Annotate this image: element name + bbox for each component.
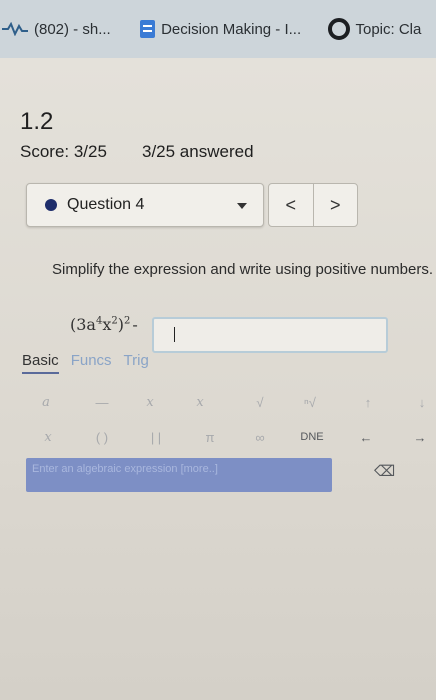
key-exponent[interactable]: x: [140, 391, 160, 413]
backspace-key[interactable]: ⌫: [374, 462, 395, 480]
browser-tab-3-label: Topic: Cla: [355, 20, 422, 38]
input-help-text[interactable]: Enter an algebraic expression [more..]: [32, 463, 218, 475]
keyboard-tabs: Basic Funcs Trig: [22, 352, 161, 374]
key-absolute-value[interactable]: | |: [142, 426, 170, 448]
key-subscript[interactable]: x: [190, 391, 210, 413]
input-help-bar: Enter an algebraic expression [more..]: [26, 458, 332, 492]
browser-tab-1-label: (802) - sh...: [34, 20, 111, 38]
key-fraction[interactable]: —: [90, 391, 114, 413]
expr-outer-exp: 2: [124, 315, 131, 327]
dropdown-caret-icon: [237, 203, 247, 209]
key-nth-root[interactable]: ⁿ√: [298, 391, 322, 413]
next-question-button[interactable]: >: [312, 184, 358, 226]
browser-tab-2[interactable]: Decision Making - I...: [140, 0, 327, 58]
answer-input[interactable]: [152, 317, 388, 353]
document-icon: [140, 20, 156, 38]
key-dne[interactable]: DNE: [294, 426, 330, 448]
question-instruction: Simplify the expression and write using …: [52, 261, 434, 278]
question-selector-label: Question 4: [67, 196, 145, 213]
browser-tab-2-label: Decision Making - I...: [161, 20, 302, 38]
question-status-dot: [45, 199, 57, 211]
key-infinity[interactable]: ∞: [250, 426, 270, 448]
key-up-arrow[interactable]: ↑: [360, 391, 376, 413]
tab-funcs[interactable]: Funcs: [71, 352, 112, 374]
text-cursor: [174, 327, 175, 342]
key-right-arrow[interactable]: →: [410, 426, 430, 448]
question-nav: < >: [268, 183, 358, 227]
browser-tab-1[interactable]: (802) - sh...: [0, 0, 140, 58]
keyboard-row-2: x ( ) | | π ∞ DNE ← →: [20, 426, 430, 450]
score-text: Score: 3/25: [20, 142, 107, 161]
assignment-page: 1.2 Score: 3/25 3/25 answered Question 4…: [0, 58, 436, 700]
browser-tab-bar: (802) - sh... Decision Making - I... Top…: [0, 0, 436, 58]
previous-question-button[interactable]: <: [269, 184, 313, 226]
question-selector[interactable]: Question 4: [26, 183, 264, 227]
chart-icon: [2, 22, 28, 36]
answered-text: 3/25 answered: [142, 142, 254, 161]
expr-tail: -: [132, 315, 138, 334]
key-sqrt[interactable]: √: [248, 391, 272, 413]
key-left-arrow[interactable]: ←: [356, 426, 376, 448]
key-variable-a[interactable]: a: [36, 391, 56, 413]
key-down-arrow[interactable]: ↓: [414, 391, 430, 413]
circle-icon: [327, 18, 350, 40]
keyboard-row-1: a — x x √ ⁿ√ ↑ ↓: [20, 391, 430, 415]
section-number: 1.2: [20, 108, 54, 135]
math-expression: (3a4x2)2-: [70, 315, 138, 334]
key-pi[interactable]: π: [200, 426, 220, 448]
browser-tab-3[interactable]: Topic: Cla: [327, 0, 436, 58]
tab-basic[interactable]: Basic: [22, 352, 59, 374]
tab-trig[interactable]: Trig: [124, 352, 149, 374]
key-variable-x[interactable]: x: [38, 426, 58, 448]
key-parentheses[interactable]: ( ): [88, 426, 116, 448]
expr-base: (3a: [70, 315, 96, 334]
